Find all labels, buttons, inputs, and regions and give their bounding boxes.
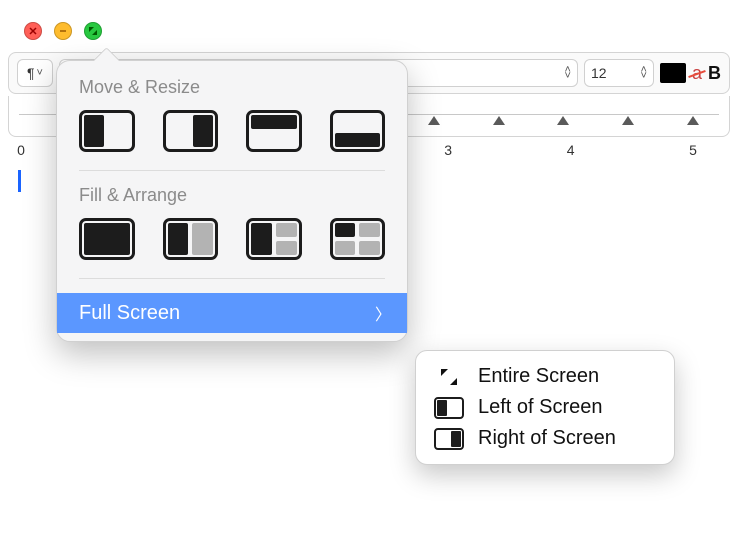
entire-screen-item[interactable]: Entire Screen bbox=[416, 361, 674, 392]
font-size-dropdown[interactable]: 12 ˄˅ bbox=[584, 59, 654, 87]
bold-button[interactable]: B bbox=[708, 63, 721, 84]
tab-stop-icon[interactable] bbox=[428, 116, 440, 125]
section-label-move-resize: Move & Resize bbox=[57, 77, 407, 98]
tile-left-half-icon[interactable] bbox=[79, 110, 135, 152]
pilcrow-icon: ¶ bbox=[27, 65, 35, 81]
ruler-mark: 3 bbox=[444, 142, 452, 158]
text-color-swatch[interactable] bbox=[660, 63, 686, 83]
ruler-mark: 5 bbox=[689, 142, 697, 158]
expand-icon bbox=[434, 366, 464, 388]
arrange-left-quarters-icon[interactable] bbox=[246, 218, 302, 260]
full-screen-label: Full Screen bbox=[79, 302, 180, 325]
menu-item-label: Left of Screen bbox=[478, 396, 603, 419]
close-button[interactable] bbox=[24, 22, 42, 40]
paragraph-style-dropdown[interactable]: ¶ ˅ bbox=[17, 59, 53, 87]
minimize-button[interactable] bbox=[54, 22, 72, 40]
menu-item-label: Entire Screen bbox=[478, 365, 599, 388]
window-traffic-lights bbox=[24, 22, 102, 40]
tab-stop-icon[interactable] bbox=[493, 116, 505, 125]
ruler-mark: 0 bbox=[17, 142, 25, 158]
menu-item-label: Right of Screen bbox=[478, 427, 616, 450]
tile-right-half-icon[interactable] bbox=[163, 110, 219, 152]
font-size-value: 12 bbox=[591, 65, 607, 81]
tile-top-half-icon[interactable] bbox=[246, 110, 302, 152]
tab-stop-icon[interactable] bbox=[622, 116, 634, 125]
fullscreen-button[interactable] bbox=[84, 22, 102, 40]
tab-stop-icon[interactable] bbox=[687, 116, 699, 125]
left-of-screen-item[interactable]: Left of Screen bbox=[416, 392, 674, 423]
window-tile-popover: Move & Resize Fill & Arrange Full Screen… bbox=[56, 60, 408, 342]
full-screen-submenu: Entire Screen Left of Screen Right of Sc… bbox=[415, 350, 675, 465]
fill-screen-icon[interactable] bbox=[79, 218, 135, 260]
tile-bottom-half-icon[interactable] bbox=[330, 110, 386, 152]
right-of-screen-item[interactable]: Right of Screen bbox=[416, 423, 674, 454]
text-cursor bbox=[18, 170, 21, 192]
section-label-fill-arrange: Fill & Arrange bbox=[57, 185, 407, 206]
tile-right-icon bbox=[434, 428, 464, 450]
arrange-left-icon[interactable] bbox=[163, 218, 219, 260]
ruler-mark: 4 bbox=[567, 142, 575, 158]
tile-left-icon bbox=[434, 397, 464, 419]
full-screen-menu-item[interactable]: Full Screen 〉 bbox=[57, 293, 407, 333]
tab-stop-icon[interactable] bbox=[557, 116, 569, 125]
arrange-quarters-icon[interactable] bbox=[330, 218, 386, 260]
strikethrough-button[interactable]: a bbox=[692, 63, 702, 84]
chevron-right-icon: 〉 bbox=[375, 301, 391, 325]
